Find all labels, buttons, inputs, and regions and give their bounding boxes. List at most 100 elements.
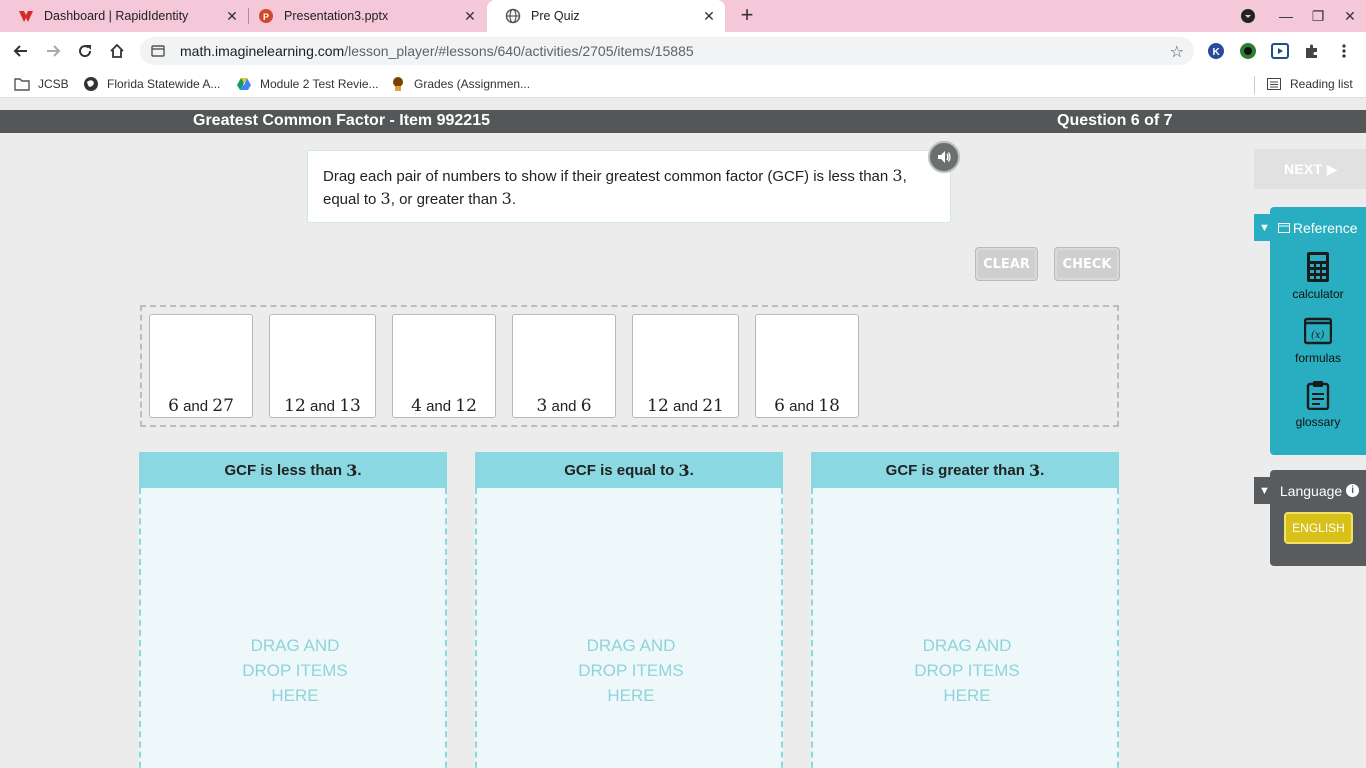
url-path: /lesson_player/#lessons/640/activities/2…	[344, 43, 694, 59]
card-number: 6	[580, 396, 592, 416]
reading-list[interactable]: Reading list	[1266, 76, 1353, 92]
card-number: 13	[339, 396, 361, 416]
bin-label: GCF is less than	[224, 461, 343, 479]
drag-card-12-and-21[interactable]: 12 and 21	[632, 314, 739, 418]
bin-header: GCF is equal to 3.	[475, 452, 783, 488]
instruction-text: Drag each pair of numbers to show if the…	[323, 168, 893, 185]
drop-zone[interactable]: DRAG AND DROP ITEMS HERE	[811, 488, 1119, 768]
instruction-text: .	[511, 191, 516, 208]
tab-rapididentity[interactable]: Dashboard | RapidIdentity ✕	[0, 0, 248, 32]
site-info-icon[interactable]	[150, 43, 166, 59]
clear-button[interactable]: CLEAR	[975, 247, 1038, 281]
drag-card-4-and-12[interactable]: 4 and 12	[392, 314, 496, 418]
bin-gcf-less-than-3: GCF is less than 3. DRAG AND DROP ITEMS …	[139, 452, 447, 768]
card-number: 21	[702, 396, 724, 416]
forward-icon[interactable]	[40, 38, 66, 64]
card-number: 27	[212, 396, 234, 416]
extensions-puzzle-icon[interactable]	[1302, 41, 1322, 61]
bookmark-jcsb[interactable]: JCSB	[14, 76, 69, 92]
tab-title: Dashboard | RapidIdentity	[44, 9, 189, 23]
tab-pre-quiz[interactable]: Pre Quiz ✕	[487, 0, 725, 32]
collapse-triangle-icon: ▼	[1259, 221, 1270, 234]
close-tab-icon[interactable]: ✕	[222, 6, 242, 26]
tab-search-icon[interactable]	[1232, 0, 1264, 32]
reading-list-label: Reading list	[1290, 77, 1353, 91]
close-tab-icon[interactable]: ✕	[460, 6, 480, 26]
minimize-icon[interactable]: —	[1270, 0, 1302, 32]
url-host: math.imaginelearning.com	[180, 43, 345, 59]
drop-hint-line: HERE	[607, 686, 655, 705]
bin-number: 3	[1029, 460, 1041, 480]
bookmark-star-icon[interactable]: ☆	[1170, 42, 1184, 62]
audio-speaker-icon[interactable]	[928, 141, 960, 173]
instruction-number: 3	[380, 189, 391, 208]
drop-zone[interactable]: DRAG AND DROP ITEMS HERE	[475, 488, 783, 768]
drag-card-3-and-6[interactable]: 3 and 6	[512, 314, 616, 418]
bin-number: 3	[346, 460, 358, 480]
tab-presentation[interactable]: P Presentation3.pptx ✕	[240, 0, 486, 32]
extension-green-icon[interactable]	[1238, 41, 1258, 61]
glossary-tool[interactable]: glossary	[1270, 379, 1366, 429]
instruction-number: 3	[501, 189, 512, 208]
card-joiner: and	[551, 398, 577, 415]
bin-label-end: .	[1040, 461, 1045, 479]
drop-hint-line: DROP ITEMS	[914, 661, 1020, 680]
close-window-icon[interactable]: ✕	[1334, 0, 1366, 32]
card-joiner: and	[309, 398, 336, 415]
home-icon[interactable]	[104, 38, 130, 64]
svg-text:P: P	[263, 12, 269, 22]
lesson-title: Greatest Common Factor - Item 992215	[193, 112, 490, 129]
instruction-text: , or greater than	[390, 191, 502, 208]
drop-hint-line: DRAG AND	[250, 636, 340, 655]
check-button[interactable]: CHECK	[1054, 247, 1120, 281]
bookmark-label: JCSB	[38, 77, 69, 91]
drag-card-6-and-27[interactable]: 6 and 27	[149, 314, 253, 418]
english-language-button[interactable]: ENGLISH	[1284, 512, 1353, 544]
bookmark-florida[interactable]: Florida Statewide A...	[83, 76, 220, 92]
reload-icon[interactable]	[72, 38, 98, 64]
folder-icon	[14, 76, 30, 92]
bin-label: GCF is equal to	[564, 461, 675, 479]
google-drive-icon	[236, 76, 252, 92]
bookmark-label: Florida Statewide A...	[107, 77, 221, 91]
back-icon[interactable]	[8, 38, 34, 64]
address-bar[interactable]: math.imaginelearning.com/lesson_player/#…	[140, 37, 1194, 65]
restore-icon[interactable]: ❐	[1302, 0, 1334, 32]
svg-text:K: K	[1213, 47, 1221, 58]
powerpoint-icon: P	[258, 8, 274, 24]
card-number: 12	[284, 396, 306, 416]
drag-card-6-and-18[interactable]: 6 and 18	[755, 314, 859, 418]
new-tab-icon[interactable]: +	[735, 4, 759, 28]
reference-title: Reference	[1292, 219, 1358, 236]
instruction-number: 3	[892, 166, 903, 185]
bookmarks-separator	[1254, 76, 1255, 94]
calculator-tool[interactable]: calculator	[1270, 251, 1366, 301]
drop-hint: DRAG AND DROP ITEMS HERE	[477, 633, 785, 708]
formulas-tool[interactable]: (x) formulas	[1270, 315, 1366, 365]
grades-icon	[390, 76, 406, 92]
card-number: 18	[818, 396, 840, 416]
extension-video-icon[interactable]	[1270, 41, 1290, 61]
card-joiner: and	[183, 398, 209, 415]
drop-hint: DRAG AND DROP ITEMS HERE	[813, 633, 1121, 708]
reference-toggle[interactable]: ▼ Reference	[1254, 214, 1366, 241]
globe-icon	[505, 8, 521, 24]
formulas-icon: (x)	[1304, 315, 1332, 347]
card-number: 3	[536, 396, 548, 416]
info-icon[interactable]: i	[1346, 484, 1360, 497]
reference-book-icon	[1277, 222, 1290, 233]
language-toggle[interactable]: ▼ Language i	[1254, 477, 1366, 504]
bookmark-module-2[interactable]: Module 2 Test Revie...	[236, 76, 379, 92]
browser-menu-icon[interactable]	[1334, 41, 1354, 61]
drop-zone[interactable]: DRAG AND DROP ITEMS HERE	[139, 488, 447, 768]
next-button[interactable]: NEXT ▶	[1254, 149, 1366, 189]
reading-list-icon	[1266, 76, 1282, 92]
bin-number: 3	[678, 460, 690, 480]
bin-header: GCF is less than 3.	[139, 452, 447, 488]
tool-label: formulas	[1294, 351, 1341, 365]
bookmark-grades[interactable]: Grades (Assignmen...	[390, 76, 530, 92]
drag-card-12-and-13[interactable]: 12 and 13	[269, 314, 376, 418]
rapididentity-icon	[18, 8, 34, 24]
close-tab-icon[interactable]: ✕	[699, 6, 719, 26]
extension-k-icon[interactable]: K	[1206, 41, 1226, 61]
